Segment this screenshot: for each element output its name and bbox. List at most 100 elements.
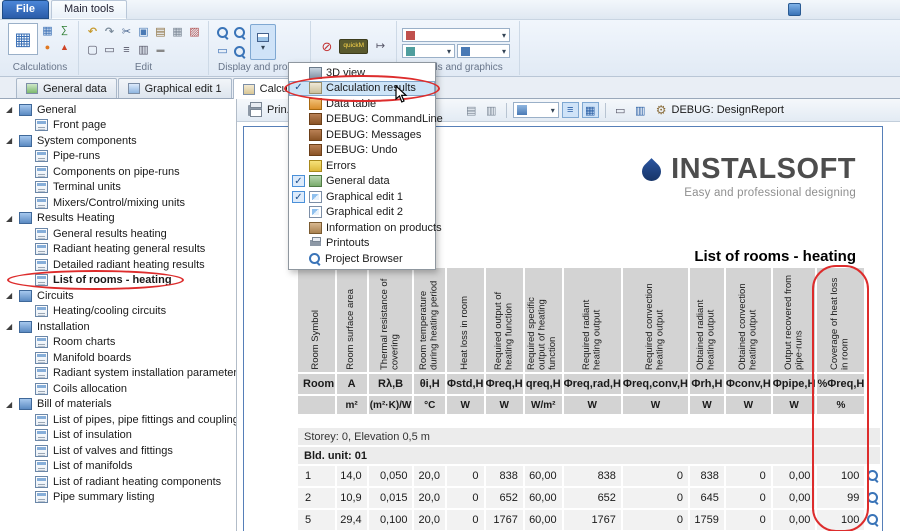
cell: 0	[726, 510, 771, 530]
tree-item-list-of-insulation[interactable]: List of insulation	[0, 428, 236, 444]
tree-item-terminal-units[interactable]: Terminal units	[0, 180, 236, 196]
tree-item-radiant-system-installation-parameters[interactable]: Radiant system installation parameters	[0, 366, 236, 382]
symbols-combo-box[interactable]: ▾	[457, 44, 510, 58]
tree-item-front-page[interactable]: Front page	[0, 118, 236, 134]
menu-item-debug-commandline[interactable]: DEBUG: CommandLine	[289, 112, 435, 128]
row-magnifier-icon[interactable]	[867, 492, 879, 504]
tree-item-bill-of-materials[interactable]: ◢Bill of materials	[0, 397, 236, 413]
redo-icon[interactable]	[101, 24, 118, 40]
graphical-edit-icon	[309, 206, 322, 218]
tree-item-radiant-heating-general-results[interactable]: Radiant heating general results	[0, 242, 236, 258]
erase-icon[interactable]	[186, 24, 203, 40]
tree-item-list-of-pipes-pipe-fittings-and-couplings[interactable]: List of pipes, pipe fittings and couplin…	[0, 412, 236, 428]
page-setup-icon[interactable]	[483, 102, 500, 118]
cell: 20,0	[414, 466, 445, 486]
row-magnifier-icon[interactable]	[867, 470, 879, 482]
grid-toggle-icon[interactable]	[582, 102, 599, 118]
undo-icon[interactable]	[84, 24, 101, 40]
app-badge-icon[interactable]	[788, 3, 801, 16]
menu-item-label: Graphical edit 1	[326, 191, 403, 203]
menu-item-printouts[interactable]: Printouts	[289, 236, 435, 252]
menu-item-errors[interactable]: Errors	[289, 158, 435, 174]
tree-item-detailed-radiant-heating-results[interactable]: Detailed radiant heating results	[0, 257, 236, 273]
expand-triangle-icon[interactable]: ◢	[6, 291, 19, 300]
list-toggle-icon[interactable]	[562, 102, 579, 118]
menu-item-information-on-products[interactable]: Information on products	[289, 220, 435, 236]
menu-item-graphical-edit-1[interactable]: ✓Graphical edit 1	[289, 189, 435, 205]
tree-item-general-results-heating[interactable]: General results heating	[0, 226, 236, 242]
tree-item-list-of-rooms-heating[interactable]: List of rooms - heating	[0, 273, 236, 289]
sum-icon[interactable]	[56, 23, 73, 39]
tree-item-pipe-summary-listing[interactable]: Pipe summary listing	[0, 490, 236, 506]
zoom-in-icon[interactable]	[214, 25, 231, 41]
rect-icon[interactable]	[152, 42, 169, 58]
tree-item-manifold-boards[interactable]: Manifold boards	[0, 350, 236, 366]
tab-main-tools[interactable]: Main tools	[51, 0, 127, 19]
tree-item-room-charts[interactable]: Room charts	[0, 335, 236, 351]
window-icon[interactable]	[612, 102, 629, 118]
menu-item-graphical-edit-2[interactable]: Graphical edit 2	[289, 205, 435, 221]
expand-triangle-icon[interactable]: ◢	[6, 105, 19, 114]
tab-general-data[interactable]: General data	[16, 78, 117, 98]
menu-item-general-data[interactable]: ✓General data	[289, 174, 435, 190]
report-icon	[35, 119, 48, 131]
tree-item-system-components[interactable]: ◢System components	[0, 133, 236, 149]
select-icon[interactable]	[84, 42, 101, 58]
expand-triangle-icon[interactable]: ◢	[6, 136, 19, 145]
droplet-icon[interactable]	[39, 39, 56, 55]
tree-item-installation[interactable]: ◢Installation	[0, 319, 236, 335]
menu-item-data-table[interactable]: Data table	[289, 96, 435, 112]
report-icon	[35, 476, 48, 488]
menu-item-calculation-results[interactable]: ✓Calculation results	[289, 81, 435, 97]
menu-item-debug-undo[interactable]: DEBUG: Undo	[289, 143, 435, 159]
views-dropdown-button[interactable]: ▾	[250, 24, 276, 60]
tree-item-mixers-control-mixing-units[interactable]: Mixers/Control/mixing units	[0, 195, 236, 211]
grid-icon[interactable]	[169, 24, 186, 40]
tree-item-pipe-runs[interactable]: Pipe-runs	[0, 149, 236, 165]
list-icon[interactable]	[118, 42, 135, 58]
file-menu-button[interactable]: File	[2, 0, 49, 19]
column-unit: W	[623, 396, 688, 414]
tree-item-coils-allocation[interactable]: Coils allocation	[0, 381, 236, 397]
menu-item-label: General data	[326, 175, 390, 187]
menu-item-label: Project Browser	[325, 253, 403, 265]
tree-item-list-of-manifolds[interactable]: List of manifolds	[0, 459, 236, 475]
table-columns-icon[interactable]	[632, 102, 649, 118]
tree-item-label: Radiant system installation parameters	[53, 367, 237, 379]
expand-triangle-icon[interactable]: ◢	[6, 322, 19, 331]
graphics-combo-box[interactable]: ▾	[402, 44, 455, 58]
table-icon[interactable]	[39, 23, 56, 39]
printer-icon	[309, 237, 322, 249]
quickm-icon[interactable]: quickM	[339, 39, 368, 54]
tree-item-heating-cooling-circuits[interactable]: Heating/cooling circuits	[0, 304, 236, 320]
view-combo[interactable]: ▾	[513, 102, 559, 118]
stop-icon[interactable]	[318, 39, 335, 55]
zoom-window-icon[interactable]	[231, 44, 248, 60]
jump-icon[interactable]	[372, 39, 389, 55]
menu-item-project-browser[interactable]: Project Browser	[289, 251, 435, 267]
tree-item-circuits[interactable]: ◢Circuits	[0, 288, 236, 304]
zoom-out-icon[interactable]	[231, 25, 248, 41]
tree-item-general[interactable]: ◢General	[0, 102, 236, 118]
frame-icon[interactable]	[101, 42, 118, 58]
labels-combo-box[interactable]: ▾	[402, 28, 510, 42]
export-page-icon[interactable]	[463, 102, 480, 118]
paste-icon[interactable]	[152, 24, 169, 40]
menu-item-debug-messages[interactable]: DEBUG: Messages	[289, 127, 435, 143]
tree-item-list-of-radiant-heating-components[interactable]: List of radiant heating components	[0, 474, 236, 490]
row-magnifier-icon[interactable]	[867, 514, 879, 526]
tree-item-list-of-valves-and-fittings[interactable]: List of valves and fittings	[0, 443, 236, 459]
columns-icon[interactable]	[135, 42, 152, 58]
tab-graphical-edit-1[interactable]: Graphical edit 1	[118, 78, 232, 98]
cut-icon[interactable]	[118, 24, 135, 40]
expand-triangle-icon[interactable]: ◢	[6, 400, 19, 409]
flame-icon[interactable]	[56, 39, 73, 55]
copy-icon[interactable]	[135, 24, 152, 40]
screen-icon[interactable]	[214, 44, 231, 60]
tree-item-results-heating[interactable]: ◢Results Heating	[0, 211, 236, 227]
debug-designreport[interactable]: ⚙ DEBUG: DesignReport	[656, 104, 784, 116]
tree-item-components-on-pipe-runs[interactable]: Components on pipe-runs	[0, 164, 236, 180]
expand-triangle-icon[interactable]: ◢	[6, 214, 19, 223]
menu-item-3d-view[interactable]: 3D view	[289, 65, 435, 81]
calc-sheet-large-icon[interactable]	[8, 23, 38, 55]
